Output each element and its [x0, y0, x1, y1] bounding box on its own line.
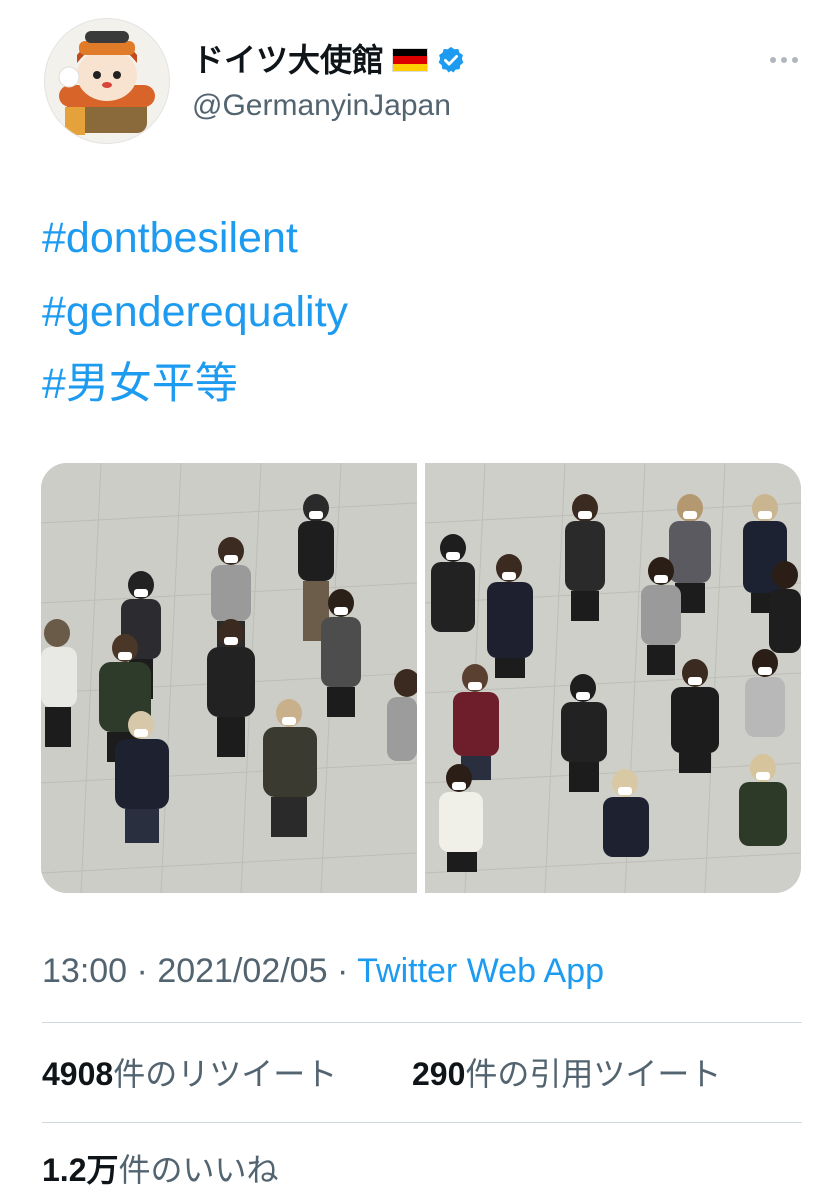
- separator: ·: [336, 952, 349, 990]
- tweet-date[interactable]: 2021/02/05: [157, 952, 327, 990]
- tweet-time[interactable]: 13:00: [42, 952, 127, 990]
- separator: ·: [136, 952, 148, 990]
- germany-flag-icon: [392, 48, 429, 72]
- quotes-count: 290: [412, 1056, 466, 1092]
- retweets-count: 4908: [42, 1056, 114, 1092]
- mascot-avatar-icon: [45, 19, 169, 143]
- verified-badge-icon: [438, 46, 464, 73]
- hashtag-gender-equality-ja[interactable]: #男女平等: [42, 356, 238, 412]
- quotes-stat[interactable]: 290件の引用ツイート: [412, 1052, 721, 1096]
- retweets-label: 件のリツイート: [113, 1056, 338, 1092]
- group-photo-right: [425, 463, 801, 893]
- author-name-row[interactable]: ドイツ大使館: [192, 40, 466, 80]
- likes-label: 件のいいね: [118, 1152, 279, 1188]
- divider: [42, 1122, 802, 1123]
- hashtag-dontbesilent[interactable]: #dontbesilent: [42, 210, 298, 266]
- media-photo-right[interactable]: [425, 463, 801, 893]
- likes-stat[interactable]: 1.2万件のいいね: [42, 1148, 279, 1192]
- author-display-name[interactable]: ドイツ大使館: [192, 40, 384, 80]
- author-handle[interactable]: @GermanyinJapan: [192, 86, 451, 126]
- group-photo-left: [41, 463, 417, 893]
- quotes-label: 件の引用ツイート: [465, 1056, 722, 1092]
- author-avatar[interactable]: [44, 18, 170, 144]
- hashtag-genderequality[interactable]: #genderequality: [42, 284, 348, 340]
- likes-count: 1.2万: [42, 1152, 119, 1188]
- tweet-source-link[interactable]: Twitter Web App: [357, 952, 604, 990]
- retweets-stat[interactable]: 4908件のリツイート: [42, 1052, 337, 1096]
- tweet-timestamp-row: 13:00 · 2021/02/05 · Twitter Web App: [42, 948, 604, 994]
- divider: [42, 1022, 802, 1023]
- more-options-icon[interactable]: [766, 42, 802, 78]
- media-grid: [41, 463, 801, 893]
- media-photo-left[interactable]: [41, 463, 417, 893]
